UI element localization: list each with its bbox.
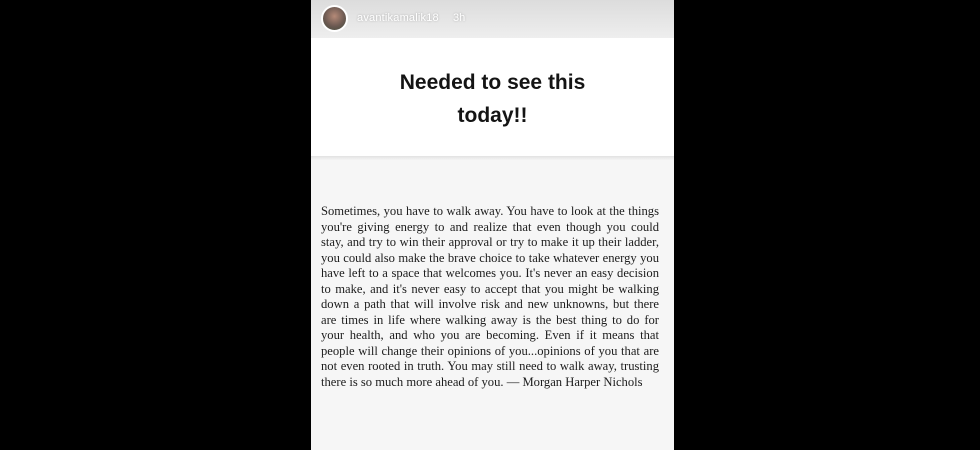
story-caption: Needed to see this today!!: [311, 66, 674, 132]
story-viewer[interactable]: avantikamalik18 3h Needed to see this to…: [311, 0, 674, 450]
quote-text: Sometimes, you have to walk away. You ha…: [321, 204, 659, 389]
profile-avatar[interactable]: [321, 5, 348, 32]
caption-area: Needed to see this today!!: [311, 38, 674, 156]
story-timestamp: 3h: [453, 12, 466, 24]
caption-line-2: today!!: [457, 104, 528, 127]
story-header: avantikamalik18 3h: [311, 0, 674, 38]
shared-post-image: Sometimes, you have to walk away. You ha…: [311, 160, 674, 450]
username[interactable]: avantikamalik18: [357, 12, 439, 24]
caption-line-1: Needed to see this: [399, 71, 586, 94]
